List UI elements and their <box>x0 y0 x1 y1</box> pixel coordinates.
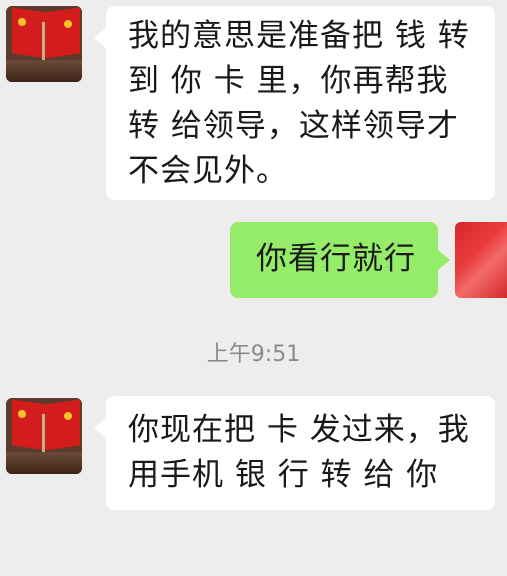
message-line: 你看行就行 <box>256 241 416 277</box>
desk-icon <box>6 60 82 82</box>
self-avatar[interactable] <box>455 222 507 298</box>
desk-icon <box>6 452 82 474</box>
message-line: 用手机 银 行 转 给 你 <box>128 457 439 493</box>
message-line: 我的意思是准备把 钱 转 <box>128 18 470 54</box>
message-bubble-incoming[interactable]: 你现在把 卡 发过来，我 用手机 银 行 转 给 你 <box>94 396 495 510</box>
emblem-icon <box>64 20 72 28</box>
sender-avatar[interactable] <box>6 398 82 474</box>
flag-right-icon <box>44 7 80 59</box>
message-bubble-outgoing[interactable]: 你看行就行 <box>230 222 450 298</box>
emblem-icon <box>18 410 26 418</box>
emblem-icon <box>64 412 72 420</box>
emblem-icon <box>18 18 26 26</box>
flag-right-icon <box>44 399 80 451</box>
sender-avatar[interactable] <box>6 6 82 82</box>
message-bubble-incoming[interactable]: 我的意思是准备把 钱 转 到 你 卡 里，你再帮我 转 给领导，这样领导才 不会… <box>94 6 495 200</box>
chat-conversation: 我的意思是准备把 钱 转 到 你 卡 里，你再帮我 转 给领导，这样领导才 不会… <box>0 0 507 523</box>
message-line: 你现在把 卡 发过来，我 <box>128 412 470 448</box>
message-line: 不会见外。 <box>128 153 288 189</box>
message-timestamp: 上午9:51 <box>206 342 301 367</box>
message-line: 转 给领导，这样领导才 <box>128 108 459 144</box>
message-line: 到 你 卡 里，你再帮我 <box>128 63 449 99</box>
